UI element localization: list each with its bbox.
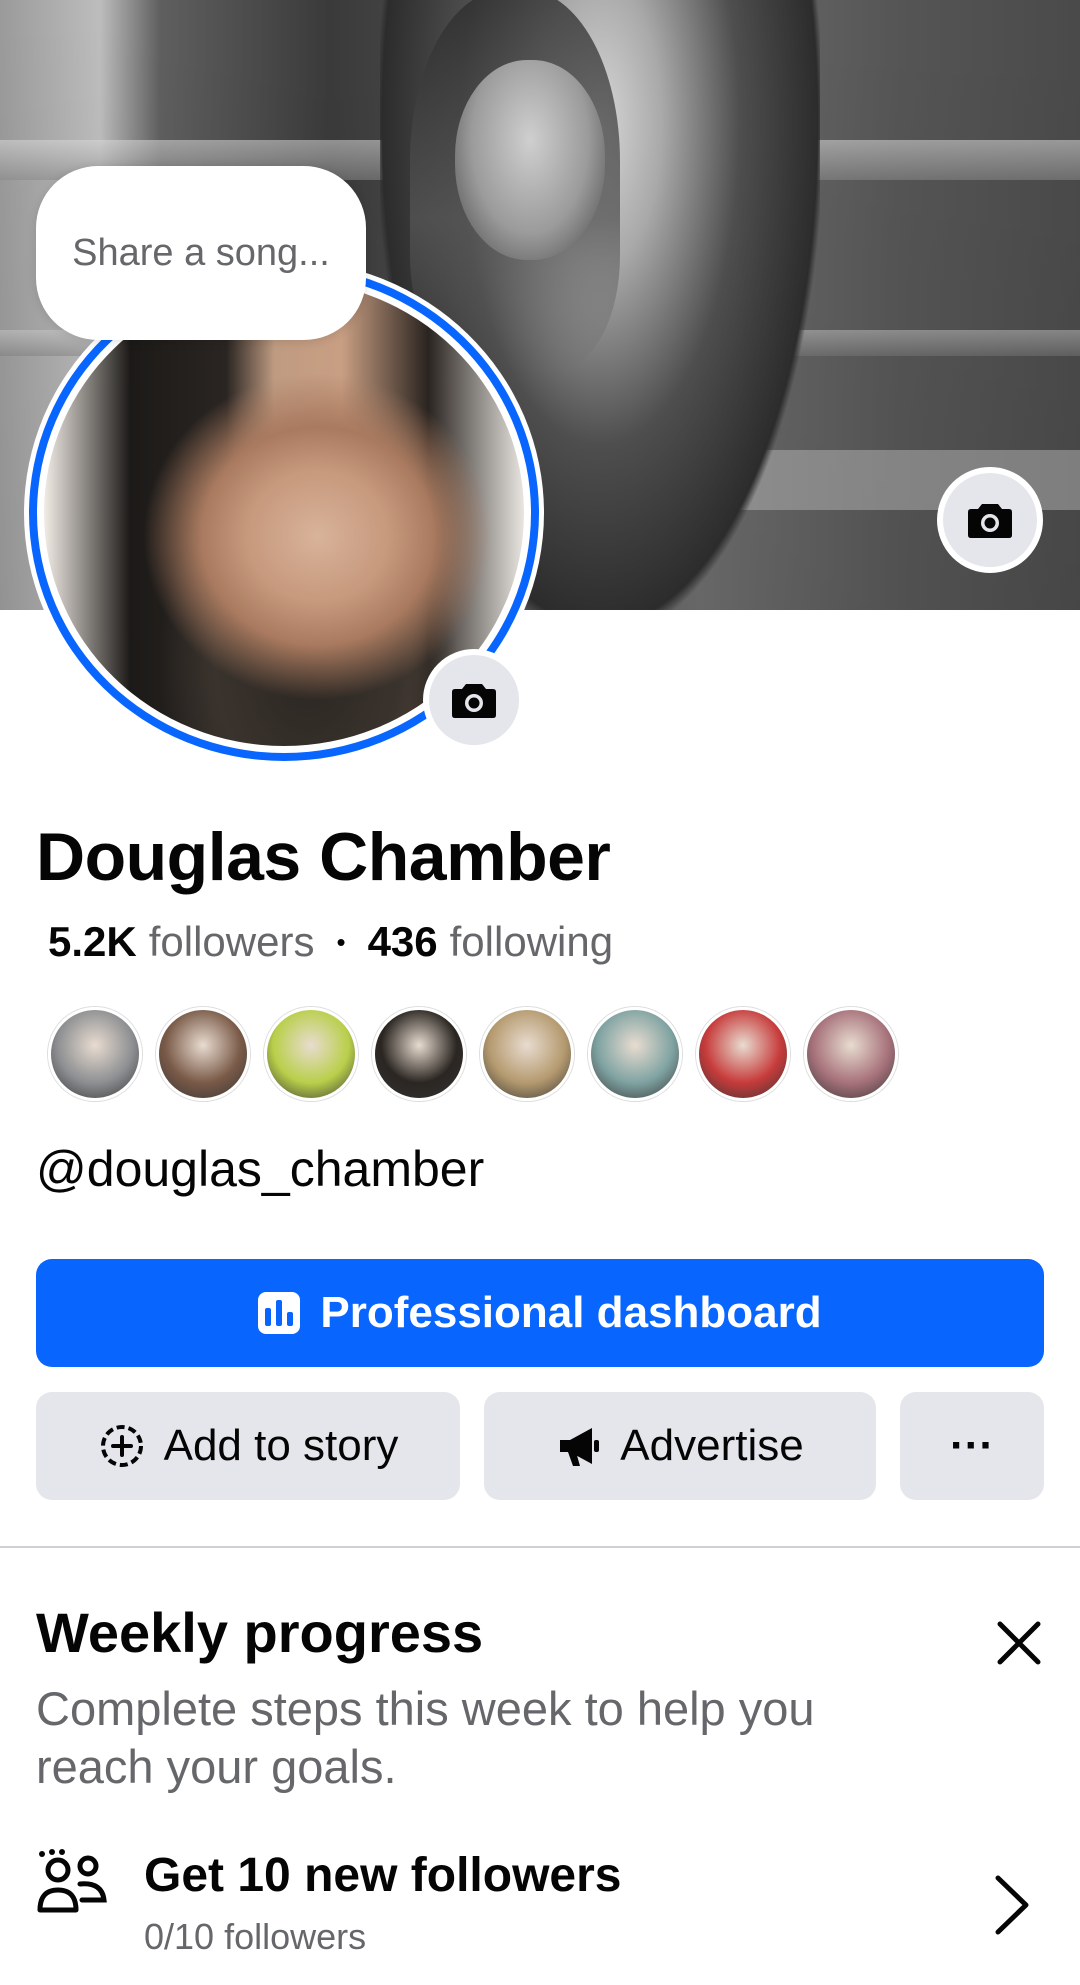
following-count: 436	[367, 918, 438, 965]
weekly-progress-title: Weekly progress	[36, 1601, 484, 1664]
separator-dot: •	[336, 926, 346, 957]
camera-icon	[452, 684, 496, 718]
followers-label[interactable]: followers	[149, 918, 315, 966]
megaphone-icon	[556, 1424, 602, 1468]
section-divider	[0, 1546, 1080, 1548]
more-options-button[interactable]: ···	[900, 1392, 1044, 1500]
add-story-icon	[98, 1422, 146, 1470]
dashboard-icon	[258, 1292, 301, 1334]
weekly-progress-description: Complete steps this week to help you rea…	[36, 1682, 815, 1793]
advertise-label: Advertise	[620, 1421, 804, 1470]
edit-profile-picture-camera-button[interactable]	[423, 649, 525, 751]
followers-icon	[37, 1849, 107, 1913]
friend-avatar-6[interactable]	[588, 1007, 682, 1101]
chevron-right-icon[interactable]	[990, 1872, 1034, 1938]
friend-avatar-1[interactable]	[48, 1007, 142, 1101]
professional-dashboard-label: Professional dashboard	[320, 1288, 822, 1337]
edit-cover-camera-button[interactable]	[937, 467, 1043, 573]
follow-stats[interactable]: 5.2K followers • 436 following	[48, 918, 613, 966]
camera-icon	[968, 504, 1012, 538]
friend-avatar-2[interactable]	[156, 1007, 250, 1101]
friend-avatar-4[interactable]	[372, 1007, 466, 1101]
add-to-story-label: Add to story	[163, 1421, 399, 1470]
close-weekly-progress-button[interactable]	[984, 1608, 1054, 1678]
profile-name: Douglas Chamber	[36, 819, 611, 895]
more-options-icon: ···	[950, 1421, 994, 1470]
friend-avatar-8[interactable]	[804, 1007, 898, 1101]
close-icon	[997, 1621, 1041, 1665]
friend-avatar-5[interactable]	[480, 1007, 574, 1101]
task-progress: 0/10 followers	[144, 1916, 367, 1957]
note-bubble[interactable]: Share a song...	[36, 166, 366, 340]
friend-avatar-3[interactable]	[264, 1007, 358, 1101]
advertise-button[interactable]: Advertise	[484, 1392, 876, 1500]
friend-avatar-7[interactable]	[696, 1007, 790, 1101]
note-placeholder: Share a song...	[72, 231, 330, 274]
friend-avatars[interactable]	[48, 1007, 898, 1101]
add-to-story-button[interactable]: Add to story	[36, 1392, 460, 1500]
followers-count: 5.2K	[48, 918, 137, 965]
professional-dashboard-button[interactable]: Professional dashboard	[36, 1259, 1044, 1367]
profile-handle: @douglas_chamber	[36, 1141, 485, 1197]
cover-figure-face	[455, 60, 605, 260]
following-label[interactable]: following	[450, 918, 613, 966]
task-title[interactable]: Get 10 new followers	[144, 1848, 621, 1903]
